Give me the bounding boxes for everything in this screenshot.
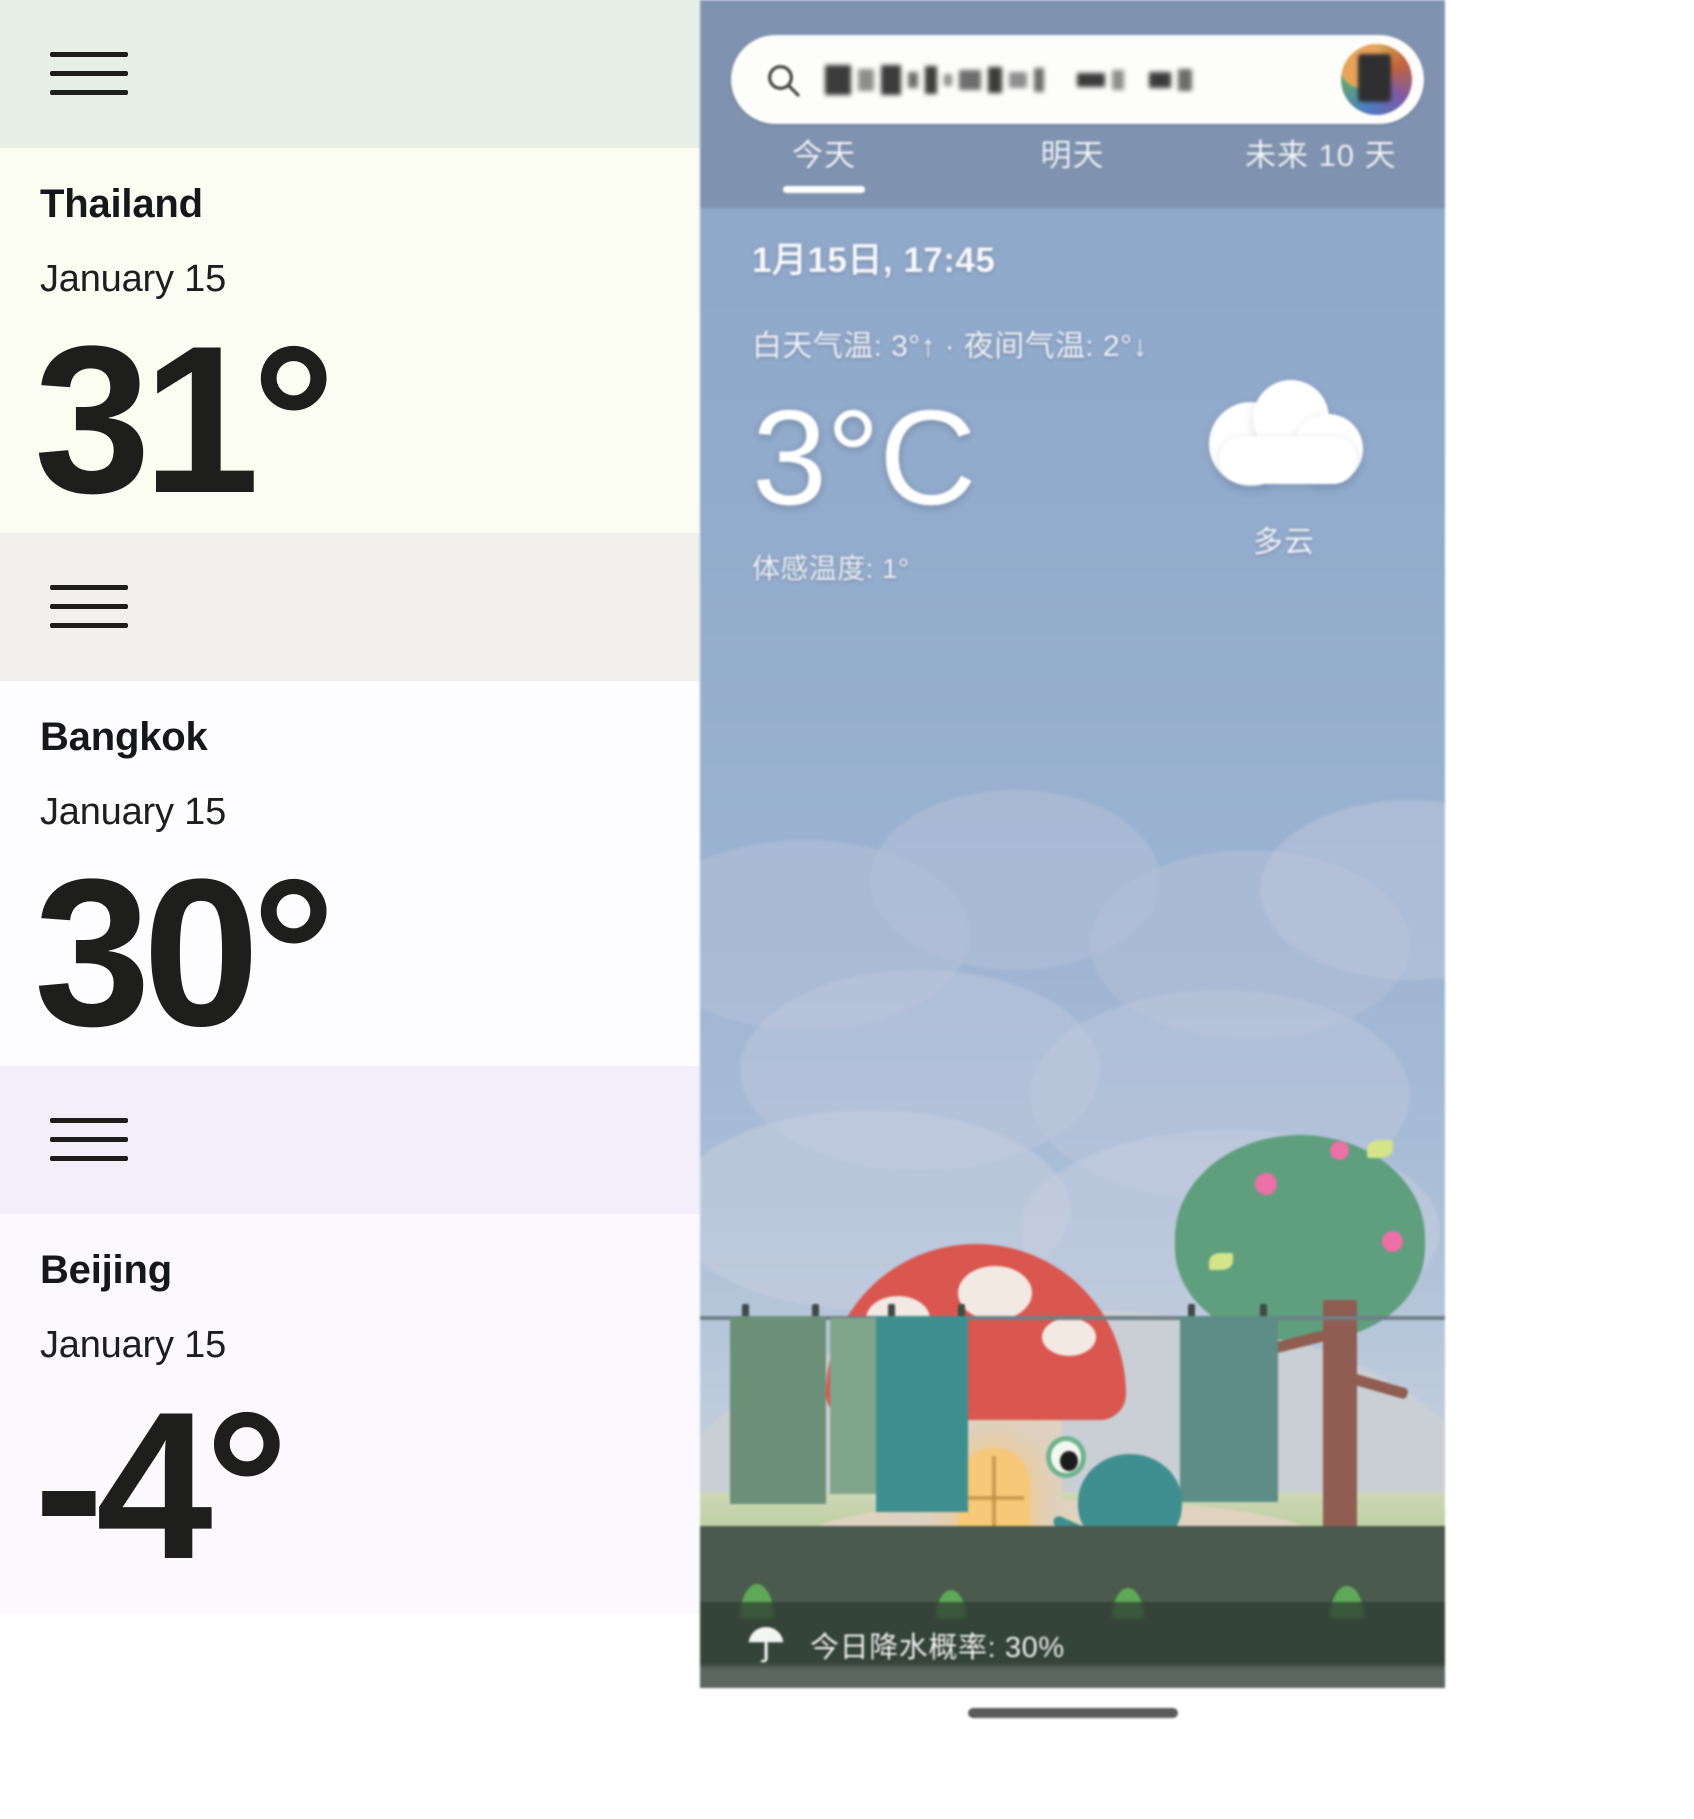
towel bbox=[876, 1316, 968, 1512]
card-handle-bangkok[interactable] bbox=[0, 533, 700, 681]
weather-high-low: 白天气温: 3°↑ · 夜间气温: 2°↓ bbox=[752, 330, 1148, 363]
forecast-tabs[interactable]: 今天 明天 未来 10 天 bbox=[700, 130, 1445, 193]
search-bar[interactable] bbox=[731, 35, 1424, 124]
city-card-bangkok[interactable]: Bangkok January 15 30° bbox=[0, 681, 700, 1066]
screenshot-root: Thailand January 15 31° Bangkok January … bbox=[0, 0, 1694, 1819]
city-name: Beijing bbox=[40, 1248, 172, 1292]
weather-illustration bbox=[700, 780, 1445, 1740]
card-handle-thailand[interactable] bbox=[0, 0, 700, 148]
city-card-thailand[interactable]: Thailand January 15 31° bbox=[0, 148, 700, 533]
condition-label: 多云 bbox=[1253, 526, 1315, 559]
towel bbox=[1180, 1316, 1278, 1502]
phone-screenshot-pane: 今天 明天 未来 10 天 1月15日, 17:45 白天气温: 3°↑ · 夜… bbox=[700, 0, 1694, 1819]
tab-today[interactable]: 今天 bbox=[700, 130, 948, 193]
drag-handle-thailand[interactable] bbox=[0, 0, 700, 148]
precipitation-text: 今日降水概率: 30% bbox=[810, 1632, 1065, 1664]
city-name: Thailand bbox=[40, 182, 203, 226]
drag-handle-bangkok[interactable] bbox=[0, 533, 700, 681]
city-temperature: 31° bbox=[34, 302, 336, 533]
city-name: Bangkok bbox=[40, 715, 208, 759]
city-card-beijing[interactable]: Beijing January 15 -4° bbox=[0, 1214, 700, 1614]
cloud-icon bbox=[1197, 378, 1372, 486]
condition-block: 多云 bbox=[1179, 378, 1389, 561]
tab-next-10-days[interactable]: 未来 10 天 bbox=[1197, 130, 1445, 193]
hamburger-icon[interactable] bbox=[50, 585, 128, 629]
towel bbox=[730, 1316, 826, 1504]
umbrella-icon bbox=[748, 1627, 784, 1663]
hamburger-icon[interactable] bbox=[50, 52, 128, 96]
phone-bottom-area bbox=[700, 1688, 1445, 1740]
city-date: January 15 bbox=[40, 791, 227, 833]
city-date: January 15 bbox=[40, 258, 227, 300]
search-query-redacted[interactable] bbox=[825, 64, 1192, 95]
search-icon[interactable] bbox=[763, 60, 803, 100]
weather-datetime: 1月15日, 17:45 bbox=[752, 241, 996, 280]
card-handle-beijing[interactable] bbox=[0, 1066, 700, 1214]
city-temperature: -4° bbox=[34, 1368, 289, 1603]
phone-screen[interactable]: 今天 明天 未来 10 天 1月15日, 17:45 白天气温: 3°↑ · 夜… bbox=[700, 0, 1445, 1740]
city-date: January 15 bbox=[40, 1324, 227, 1366]
home-indicator[interactable] bbox=[967, 1708, 1178, 1718]
weather-city-list[interactable]: Thailand January 15 31° Bangkok January … bbox=[0, 0, 700, 1819]
avatar[interactable] bbox=[1341, 44, 1412, 115]
precipitation-bar[interactable]: 今日降水概率: 30% bbox=[700, 1602, 1445, 1688]
drag-handle-beijing[interactable] bbox=[0, 1066, 700, 1214]
hamburger-icon[interactable] bbox=[50, 1118, 128, 1162]
city-temperature: 30° bbox=[34, 835, 336, 1066]
tab-tomorrow[interactable]: 明天 bbox=[948, 130, 1196, 193]
